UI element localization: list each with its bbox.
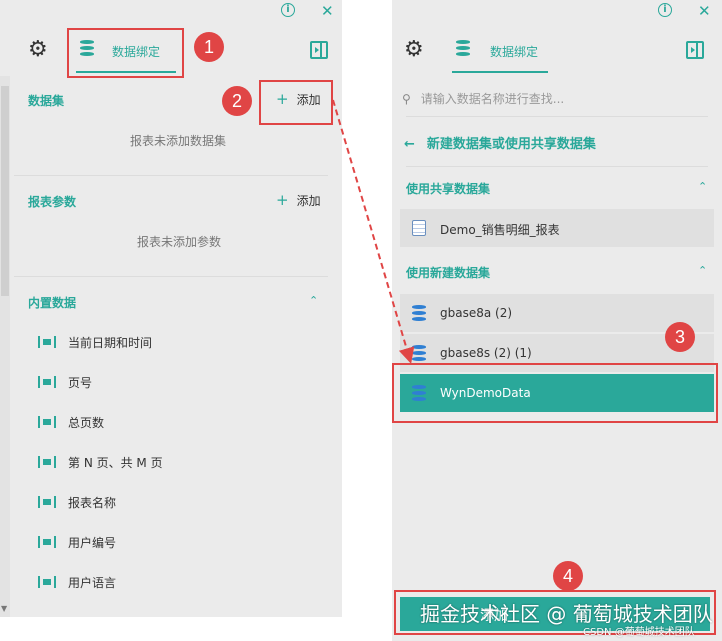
builtin-item[interactable]: 总页数: [38, 414, 104, 431]
field-icon: [38, 416, 56, 428]
arrow-left-icon: ←: [404, 137, 415, 152]
search-placeholder: 请输入数据名称进行查找...: [420, 92, 565, 106]
builtin-item[interactable]: 用户语言: [38, 574, 116, 591]
shared-section-title: 使用共享数据集: [406, 182, 491, 196]
tab-bar: ⚙ 数据绑定: [392, 24, 722, 76]
search-icon: ⚲: [402, 92, 411, 106]
step-badge: 1: [194, 32, 224, 62]
field-icon: [38, 496, 56, 508]
watermark-sub: CSDN @葡萄城技术团队: [583, 627, 695, 638]
dataset-item[interactable]: gbase8a (2): [400, 294, 714, 332]
scrollbar-thumb[interactable]: [1, 86, 9, 296]
builtin-item-label: 总页数: [68, 416, 105, 430]
scroll-down-arrow[interactable]: ▼: [1, 604, 7, 613]
field-icon: [38, 576, 56, 588]
builtin-item-label: 页号: [68, 376, 93, 390]
step-badge: 3: [665, 322, 695, 352]
scrollbar[interactable]: ▼: [0, 76, 10, 617]
back-label: 新建数据集或使用共享数据集: [426, 137, 596, 152]
gear-icon[interactable]: ⚙: [28, 37, 48, 62]
dataset-empty-text: 报表未添加数据集: [130, 134, 227, 148]
dataset-section-title: 数据集: [28, 94, 65, 108]
builtin-item[interactable]: 页号: [38, 374, 92, 391]
builtin-item-label: 当前日期和时间: [68, 336, 153, 350]
chevron-up-icon[interactable]: ⌃: [309, 294, 318, 307]
panel-toggle-icon[interactable]: [310, 41, 328, 59]
search-input[interactable]: ⚲ 请输入数据名称进行查找...: [402, 90, 564, 107]
add-param-button[interactable]: + 添加: [276, 191, 321, 209]
database-icon: [412, 305, 426, 321]
chevron-up-icon[interactable]: ⌃: [698, 264, 707, 277]
tab-data-binding[interactable]: 数据绑定: [444, 24, 556, 76]
builtin-section-title: 内置数据: [28, 296, 77, 310]
highlight-box: [259, 80, 333, 125]
params-empty-text: 报表未添加参数: [137, 235, 222, 249]
tab-label: 数据绑定: [490, 45, 539, 59]
builtin-item[interactable]: 用户编号: [38, 534, 116, 551]
tab-underline: [452, 71, 548, 73]
builtin-item-label: 用户编号: [68, 536, 117, 550]
report-icon: [412, 220, 426, 239]
chevron-up-icon[interactable]: ⌃: [698, 180, 707, 193]
close-icon[interactable]: ✕: [321, 2, 334, 20]
field-icon: [38, 536, 56, 548]
info-icon[interactable]: i: [281, 3, 295, 17]
divider: [406, 166, 708, 167]
divider: [14, 276, 328, 277]
panel-toggle-icon[interactable]: [686, 41, 704, 59]
dataset-label: gbase8a (2): [440, 306, 513, 320]
builtin-item[interactable]: 当前日期和时间: [38, 334, 152, 351]
shared-dataset-item[interactable]: Demo_销售明细_报表: [400, 209, 714, 247]
field-icon: [38, 376, 56, 388]
add-param-label: 添加: [296, 194, 321, 208]
builtin-item[interactable]: 第 N 页、共 M 页: [38, 454, 163, 471]
builtin-item-label: 用户语言: [68, 576, 117, 590]
highlight-box: [67, 28, 184, 78]
plus-icon: +: [276, 191, 289, 209]
step-badge: 4: [553, 561, 583, 591]
gear-icon[interactable]: ⚙: [404, 37, 424, 62]
new-section-title: 使用新建数据集: [406, 266, 491, 280]
dataset-label: gbase8s (2) (1): [440, 346, 532, 360]
highlight-box: [392, 363, 718, 423]
divider: [14, 175, 328, 176]
database-icon: [412, 345, 426, 361]
builtin-item-label: 报表名称: [68, 496, 117, 510]
info-icon[interactable]: i: [658, 3, 672, 17]
builtin-item[interactable]: 报表名称: [38, 494, 116, 511]
close-icon[interactable]: ✕: [698, 2, 711, 20]
database-icon: [456, 40, 470, 56]
divider: [406, 116, 708, 117]
right-panel: i ✕ ⚙ 数据绑定 ⚲ 请输入数据名称进行查找... ← 新建数据集或使用共享数据…: [392, 0, 722, 641]
shared-dataset-label: Demo_销售明细_报表: [440, 223, 560, 237]
field-icon: [38, 456, 56, 468]
step-badge: 2: [222, 86, 252, 116]
back-button[interactable]: ← 新建数据集或使用共享数据集: [404, 133, 596, 152]
field-icon: [38, 336, 56, 348]
builtin-item-label: 第 N 页、共 M 页: [68, 456, 163, 470]
params-section-title: 报表参数: [28, 195, 77, 209]
